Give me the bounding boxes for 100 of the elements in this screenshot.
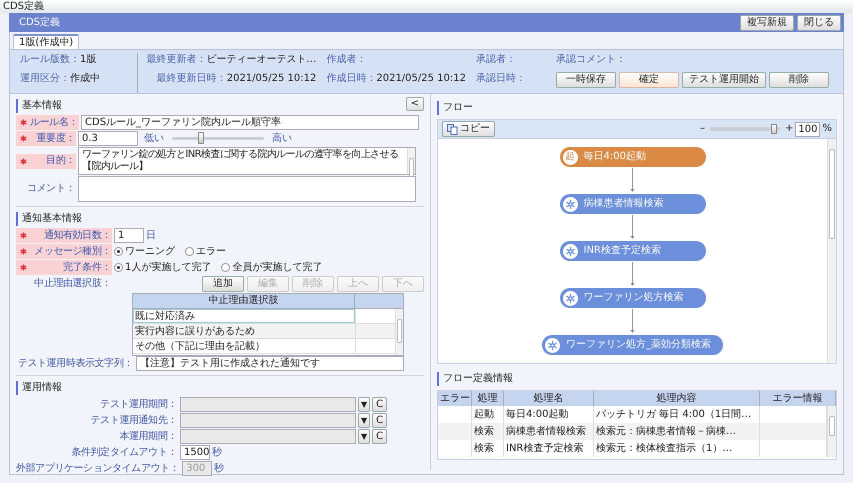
field-label: コメント： <box>26 182 75 196</box>
radio-button[interactable] <box>114 263 123 272</box>
header-button[interactable]: 複写新規 <box>740 14 794 30</box>
info-value: 2021/05/25 10:12 <box>226 72 316 86</box>
page-title: CDS定義 <box>19 16 60 30</box>
info-label: 最終更新者： <box>146 53 206 67</box>
version-tab[interactable]: 1版(作成中) <box>13 34 80 49</box>
unit-label: % <box>822 122 832 136</box>
field-label: 完了条件： <box>62 260 111 274</box>
header-button[interactable]: 閉じる <box>797 14 841 30</box>
zoom-out-button[interactable]: – <box>700 122 705 136</box>
table-cell: 検索元：病棟患者情報－病棟… <box>594 423 760 440</box>
number-field[interactable]: 1500 <box>180 445 210 460</box>
node-label: 病棟患者情報検索 <box>584 197 664 211</box>
radio-button[interactable] <box>185 247 194 256</box>
connector-arrow <box>630 308 634 333</box>
column-header: 処理 <box>472 391 504 406</box>
number-field[interactable]: 1 <box>114 228 144 243</box>
field-label: 目的： <box>46 154 75 168</box>
info-label: ルール版数： <box>20 53 80 67</box>
info-label: 最終更新日時： <box>156 72 227 86</box>
node-icon <box>562 196 578 212</box>
scrollbar[interactable] <box>395 309 403 355</box>
text-area[interactable]: ワーファリン錠の処方とINR検査に関する院内ルールの遵守率を向上させる 【院内ルール】 <box>78 147 416 175</box>
info-label: 承認コメント： <box>556 53 626 67</box>
info-value: 1版 <box>80 53 96 67</box>
field-label: テスト運用期間： <box>100 398 177 412</box>
scrollbar[interactable] <box>827 406 836 457</box>
info-value: 2021/05/25 10:12 <box>376 72 466 86</box>
field-label: 中止理由選択肢： <box>34 277 111 291</box>
info-label: 承認日時： <box>476 72 526 86</box>
table-cell <box>760 423 827 440</box>
window-title: CDS定義 <box>3 1 44 12</box>
slider-thumb[interactable] <box>198 132 204 144</box>
action-button[interactable]: テスト運用開始 <box>682 72 766 88</box>
field-label: 外部アプリケーションタイムアウト： <box>16 462 180 476</box>
list-item[interactable]: 既に対応済み <box>133 309 355 323</box>
copy-button[interactable]: コピー <box>442 121 495 137</box>
field-label: ルール名： <box>30 116 78 130</box>
section-title: 運用情報 <box>16 381 62 395</box>
radio-label[interactable]: 1人が実施して完了 <box>125 260 212 274</box>
field-label: 本運用期間： <box>119 430 177 444</box>
unit-label: 日 <box>146 228 156 242</box>
column-header: 処理内容 <box>594 391 760 406</box>
zoom-slider-thumb[interactable] <box>770 124 777 134</box>
info-value: 作成中 <box>70 72 100 86</box>
connector-arrow <box>630 168 634 192</box>
radio-label[interactable]: エラー <box>196 244 226 258</box>
connector-arrow <box>630 214 634 239</box>
unit-label: 秒 <box>214 462 224 476</box>
slider-max-label: 高い <box>272 132 292 146</box>
section-title: 通知基本情報 <box>16 212 82 226</box>
node-icon <box>545 338 560 352</box>
radio-button[interactable] <box>221 263 230 272</box>
node-label: 毎日4:00起動 <box>584 150 646 164</box>
node-badge: 起 <box>562 150 578 164</box>
collapse-button[interactable]: < <box>406 97 424 111</box>
copy-label[interactable]: コピー <box>460 122 490 136</box>
field-label: 条件判定タイムアウト： <box>71 446 177 460</box>
field-label: 重要度： <box>36 132 75 146</box>
table-cell: 病棟患者情報検索 <box>504 423 594 440</box>
list-item[interactable]: その他（下記に理由を記載） <box>133 339 355 353</box>
unit-label: 秒 <box>212 446 222 460</box>
connector-arrow <box>630 262 634 286</box>
text-field[interactable]: CDSルール_ワーファリン院内ルール順守率 <box>81 115 420 130</box>
node-label: ワーファリン処方_薬効分類検索 <box>566 338 711 352</box>
column-header: 中止理由選択肢 <box>133 294 355 308</box>
node-icon <box>562 244 578 258</box>
action-button[interactable]: 一時保存 <box>556 72 616 88</box>
zoom-in-button[interactable]: + <box>785 122 794 136</box>
column-header: 処理名 <box>504 391 594 406</box>
importance-field[interactable]: 0.3 <box>78 131 138 146</box>
node-label: ワーファリン処方検索 <box>584 291 684 305</box>
action-button[interactable]: 確定 <box>619 72 679 88</box>
zoom-field[interactable]: 100 <box>795 122 820 136</box>
scrollbar[interactable] <box>407 148 415 174</box>
info-label: 作成日時： <box>326 72 376 86</box>
slider-min-label: 低い <box>144 132 164 146</box>
table-cell: 検索 <box>472 423 504 440</box>
radio-label[interactable]: 全員が実施して完了 <box>232 260 322 274</box>
node-icon <box>562 290 578 306</box>
copy-icon <box>447 124 458 134</box>
table-cell: 検索元：検体検査指示（1）… <box>594 440 760 457</box>
section-title: フロー <box>437 101 473 115</box>
radio-button[interactable] <box>114 247 123 256</box>
text-field[interactable]: 【注意】テスト用に作成された通知です <box>136 356 404 371</box>
action-button[interactable]: 削除 <box>769 72 829 88</box>
scrollbar[interactable] <box>827 139 836 363</box>
node-label: INR検査予定検索 <box>584 244 661 258</box>
field-label: メッセージ種別： <box>34 244 111 258</box>
info-label: 作成者： <box>326 53 366 67</box>
info-label: 運用区分： <box>20 72 70 86</box>
column-header: エラー <box>438 391 472 406</box>
section-title: フロー定義情報 <box>437 372 513 386</box>
info-value: ビーティーオーテスト… <box>206 53 316 67</box>
field-label: 通知有効日数： <box>44 228 111 242</box>
field-label: テスト運用通知先： <box>90 414 177 428</box>
text-area[interactable] <box>78 176 416 202</box>
list-button[interactable]: 追加 <box>202 276 244 292</box>
radio-label[interactable]: ワーニング <box>125 244 175 258</box>
